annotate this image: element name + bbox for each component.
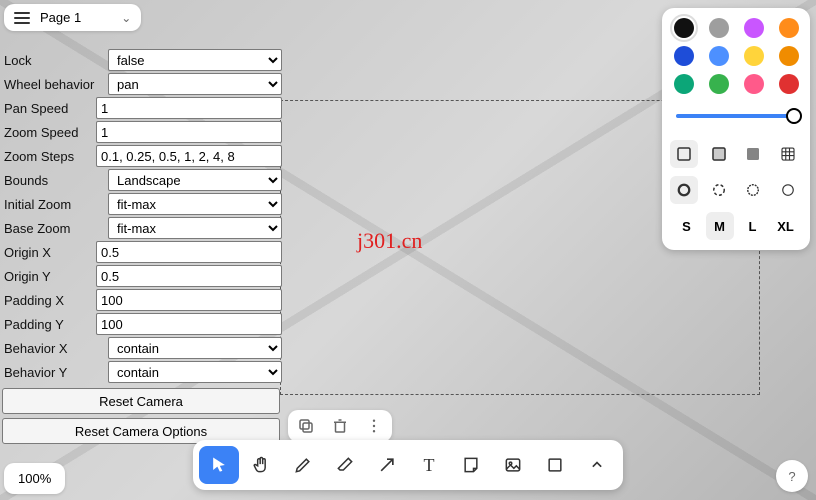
- color-swatch[interactable]: [674, 18, 694, 38]
- fill-style-grid: [670, 140, 802, 168]
- duplicate-icon[interactable]: [296, 416, 316, 436]
- property-label: Pan Speed: [2, 101, 96, 116]
- property-input[interactable]: [96, 97, 282, 119]
- tool-hand[interactable]: [241, 446, 281, 484]
- property-row: Behavior Ycontain: [2, 360, 282, 384]
- size-xl-button[interactable]: XL: [772, 212, 800, 240]
- property-select[interactable]: contain: [108, 361, 282, 383]
- tool-arrow[interactable]: [367, 446, 407, 484]
- color-swatch[interactable]: [779, 74, 799, 94]
- size-m-button[interactable]: M: [706, 212, 734, 240]
- reset-camera-button[interactable]: Reset Camera: [2, 388, 280, 414]
- property-row: Wheel behaviorpan: [2, 72, 282, 96]
- property-input[interactable]: [96, 121, 282, 143]
- slider-thumb[interactable]: [786, 108, 802, 124]
- tool-shape[interactable]: [535, 446, 575, 484]
- fill-semi-icon[interactable]: [705, 140, 733, 168]
- property-label: Lock: [2, 53, 108, 68]
- more-icon[interactable]: [364, 416, 384, 436]
- property-row: Pan Speed: [2, 96, 282, 120]
- property-row: BoundsLandscape: [2, 168, 282, 192]
- properties-panel: LockfalseWheel behaviorpanPan SpeedZoom …: [2, 48, 282, 444]
- tool-text[interactable]: T: [409, 446, 449, 484]
- property-label: Bounds: [2, 173, 108, 188]
- property-select[interactable]: Landscape: [108, 169, 282, 191]
- color-swatch[interactable]: [744, 74, 764, 94]
- menu-icon[interactable]: [14, 12, 30, 24]
- style-panel: SMLXL: [662, 8, 810, 250]
- property-input[interactable]: [96, 265, 282, 287]
- color-swatch[interactable]: [674, 74, 694, 94]
- property-label: Wheel behavior: [2, 77, 108, 92]
- color-swatch[interactable]: [674, 46, 694, 66]
- property-row: Origin Y: [2, 264, 282, 288]
- dash-outline-circle-icon[interactable]: [774, 176, 802, 204]
- fill-none-icon[interactable]: [670, 140, 698, 168]
- page-label: Page 1: [40, 10, 81, 25]
- property-label: Behavior X: [2, 341, 108, 356]
- color-swatch-grid: [670, 18, 802, 94]
- property-input[interactable]: [96, 313, 282, 335]
- property-label: Behavior Y: [2, 365, 108, 380]
- color-swatch[interactable]: [709, 18, 729, 38]
- property-label: Origin X: [2, 245, 96, 260]
- property-label: Padding Y: [2, 317, 96, 332]
- dash-dotted-circle-icon[interactable]: [739, 176, 767, 204]
- property-label: Padding X: [2, 293, 96, 308]
- property-select[interactable]: fit-max: [108, 193, 282, 215]
- color-swatch[interactable]: [779, 46, 799, 66]
- property-label: Zoom Steps: [2, 149, 96, 164]
- property-label: Origin Y: [2, 269, 96, 284]
- property-row: Padding X: [2, 288, 282, 312]
- tool-more[interactable]: [577, 446, 617, 484]
- color-swatch[interactable]: [744, 46, 764, 66]
- main-toolbar: T: [193, 440, 623, 490]
- dash-style-grid: [670, 176, 802, 204]
- opacity-slider[interactable]: [676, 106, 796, 126]
- tool-note[interactable]: [451, 446, 491, 484]
- property-label: Initial Zoom: [2, 197, 108, 212]
- property-row: Lockfalse: [2, 48, 282, 72]
- property-label: Base Zoom: [2, 221, 108, 236]
- action-bar: [288, 410, 392, 442]
- watermark-text: j301.cn: [357, 228, 422, 254]
- tool-eraser[interactable]: [325, 446, 365, 484]
- property-input[interactable]: [96, 289, 282, 311]
- tool-draw[interactable]: [283, 446, 323, 484]
- chevron-down-icon[interactable]: ⌄: [121, 11, 131, 25]
- property-row: Base Zoomfit-max: [2, 216, 282, 240]
- property-row: Padding Y: [2, 312, 282, 336]
- property-select[interactable]: contain: [108, 337, 282, 359]
- property-row: Zoom Steps: [2, 144, 282, 168]
- color-swatch[interactable]: [709, 74, 729, 94]
- fill-solid-icon[interactable]: [739, 140, 767, 168]
- slider-track: [676, 114, 796, 118]
- fill-pattern-icon[interactable]: [774, 140, 802, 168]
- property-label: Zoom Speed: [2, 125, 96, 140]
- tool-image[interactable]: [493, 446, 533, 484]
- color-swatch[interactable]: [744, 18, 764, 38]
- page-menu[interactable]: Page 1 ⌄: [4, 4, 141, 31]
- trash-icon[interactable]: [330, 416, 350, 436]
- dash-dashed-circle-icon[interactable]: [705, 176, 733, 204]
- property-select[interactable]: fit-max: [108, 217, 282, 239]
- color-swatch[interactable]: [779, 18, 799, 38]
- dash-solid-heavy-icon[interactable]: [670, 176, 698, 204]
- property-row: Initial Zoomfit-max: [2, 192, 282, 216]
- property-select[interactable]: false: [108, 49, 282, 71]
- property-row: Origin X: [2, 240, 282, 264]
- zoom-indicator[interactable]: 100%: [4, 463, 65, 494]
- size-row: SMLXL: [670, 212, 802, 240]
- property-input[interactable]: [96, 145, 282, 167]
- property-row: Zoom Speed: [2, 120, 282, 144]
- size-l-button[interactable]: L: [739, 212, 767, 240]
- property-input[interactable]: [96, 241, 282, 263]
- color-swatch[interactable]: [709, 46, 729, 66]
- tool-select[interactable]: [199, 446, 239, 484]
- property-row: Behavior Xcontain: [2, 336, 282, 360]
- property-select[interactable]: pan: [108, 73, 282, 95]
- size-s-button[interactable]: S: [673, 212, 701, 240]
- help-button[interactable]: ?: [776, 460, 808, 492]
